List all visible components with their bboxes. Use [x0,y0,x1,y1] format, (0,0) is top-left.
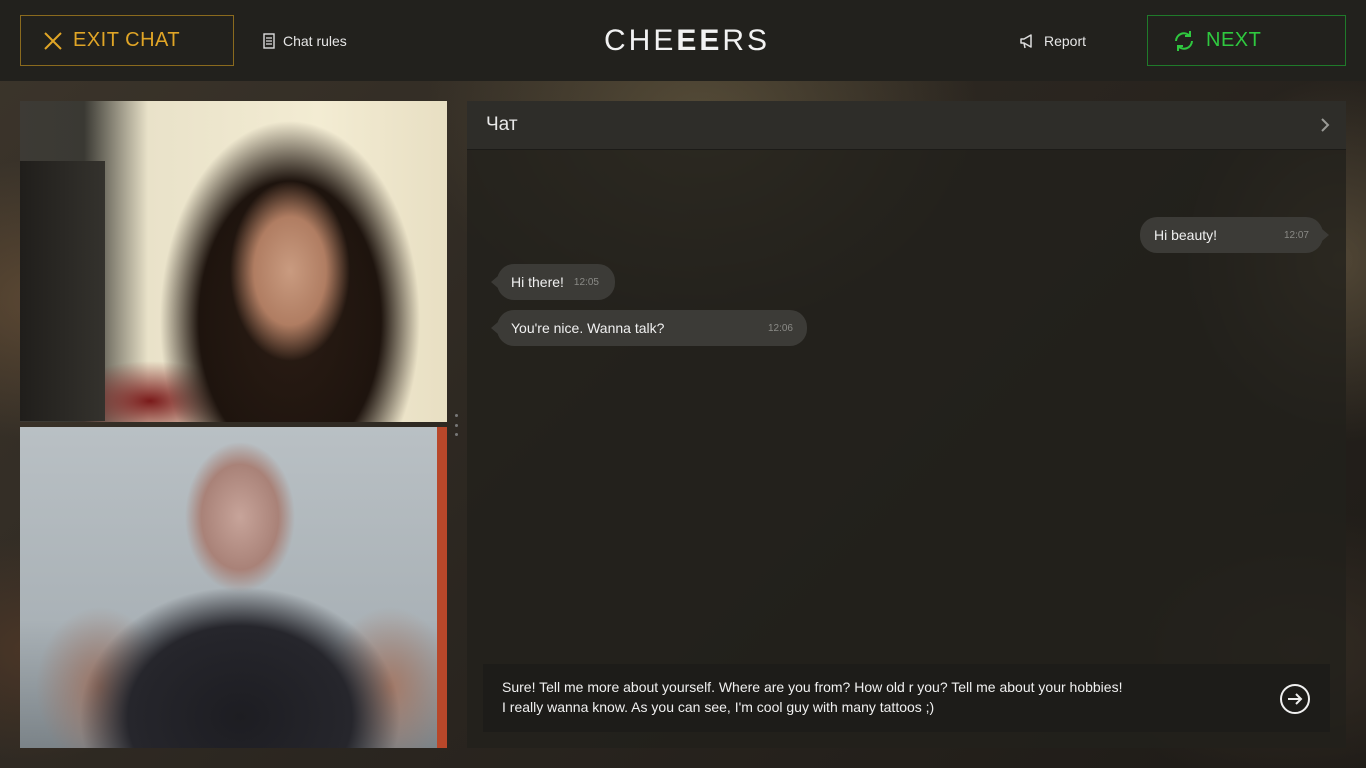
video-door-shape [20,161,105,421]
report-label: Report [1044,33,1087,49]
next-button[interactable]: NEXT [1147,15,1346,66]
message-text: Hi there! [511,274,564,290]
message-list: Hi beauty! 12:07 Hi there! 12:05 You're … [467,150,1346,649]
message-incoming: Hi there! 12:05 [491,264,615,300]
message-text: You're nice. Wanna talk? [511,320,665,336]
refresh-icon [1175,30,1193,51]
message-input-line: Sure! Tell me more about yourself. Where… [502,679,1123,695]
self-video [20,427,447,748]
video-resize-handle[interactable] [455,414,459,436]
partner-video [20,101,447,422]
chat-rules-link[interactable]: Chat rules [263,31,347,51]
chat-header: Чат [467,101,1346,150]
megaphone-icon [1020,33,1032,48]
message-time: 12:06 [767,322,793,334]
chat-rules-label: Chat rules [283,33,347,49]
chat-panel: Чат Hi beauty! 12:07 Hi there! 12:05 You… [467,101,1346,748]
message-incoming: You're nice. Wanna talk? 12:06 [491,310,807,346]
chat-title: Чат [486,114,518,135]
message-text: Hi beauty! [1154,227,1218,243]
message-outgoing: Hi beauty! 12:07 [1140,217,1329,253]
exit-chat-label: EXIT CHAT [73,29,181,51]
close-icon [44,31,62,50]
message-time: 12:05 [573,276,599,288]
video-edge-strip [437,427,447,748]
document-icon [263,33,275,49]
chevron-right-icon[interactable] [1320,117,1330,133]
report-link[interactable]: Report [1019,31,1086,51]
top-bar: EXIT CHAT Chat rules CH E EE RS Report NEXT [0,0,1366,81]
cheeers-logo: CH E EE RS [604,24,771,57]
arrow-right-circle-icon[interactable] [1279,683,1311,715]
next-label: NEXT [1206,29,1262,51]
message-input[interactable]: Sure! Tell me more about yourself. Where… [483,664,1330,732]
message-time: 12:07 [1283,229,1309,241]
exit-chat-button[interactable]: EXIT CHAT [20,15,234,66]
message-input-line: I really wanna know. As you can see, I'm… [502,699,935,715]
